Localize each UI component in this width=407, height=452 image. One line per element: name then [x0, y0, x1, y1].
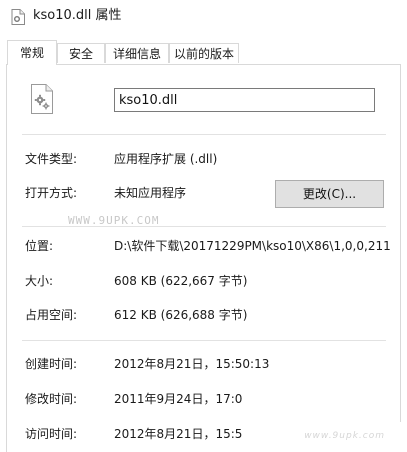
created-value: 2012年8月21日，15:50:13 — [114, 357, 270, 371]
change-button[interactable]: 更改(C)... — [275, 180, 384, 208]
location-value: D:\软件下载\20171229PM\kso10\X86\1,0,0,211 — [114, 239, 391, 253]
file-type-label: 文件类型: — [25, 152, 78, 166]
tab-previous-versions[interactable]: 以前的版本 — [169, 43, 239, 63]
divider — [22, 340, 386, 341]
location-label: 位置: — [25, 239, 54, 253]
window-title: kso10.dll 属性 — [33, 8, 122, 23]
title-bar: kso10.dll 属性 — [0, 0, 407, 34]
file-icon — [11, 9, 25, 25]
size-on-disk-label: 占用空间: — [25, 308, 78, 322]
accessed-label: 访问时间: — [25, 427, 78, 441]
created-label: 创建时间: — [25, 357, 78, 371]
tab-general[interactable]: 常规 — [7, 40, 57, 65]
divider — [22, 226, 386, 227]
accessed-value: 2012年8月21日，15:5 — [114, 427, 243, 441]
tab-security[interactable]: 安全 — [57, 43, 105, 63]
file-type-value: 应用程序扩展 (.dll) — [114, 152, 218, 166]
divider — [22, 134, 386, 135]
tab-details[interactable]: 详细信息 — [105, 43, 169, 63]
modified-label: 修改时间: — [25, 392, 78, 406]
modified-value: 2011年9月24日，17:0 — [114, 392, 243, 406]
size-on-disk-value: 612 KB (626,688 字节) — [114, 308, 248, 322]
tab-strip: 常规 安全 详细信息 以前的版本 — [0, 40, 407, 65]
opens-with-label: 打开方式: — [25, 186, 78, 200]
size-label: 大小: — [25, 274, 54, 288]
watermark-overlay: www.9upk.com — [252, 422, 407, 452]
dll-gear-file-icon — [31, 84, 53, 114]
watermark-text: www.9upk.com — [304, 431, 385, 441]
size-value: 608 KB (622,667 字节) — [114, 274, 248, 288]
opens-with-value: 未知应用程序 — [114, 186, 187, 200]
file-name-input[interactable] — [114, 88, 375, 112]
